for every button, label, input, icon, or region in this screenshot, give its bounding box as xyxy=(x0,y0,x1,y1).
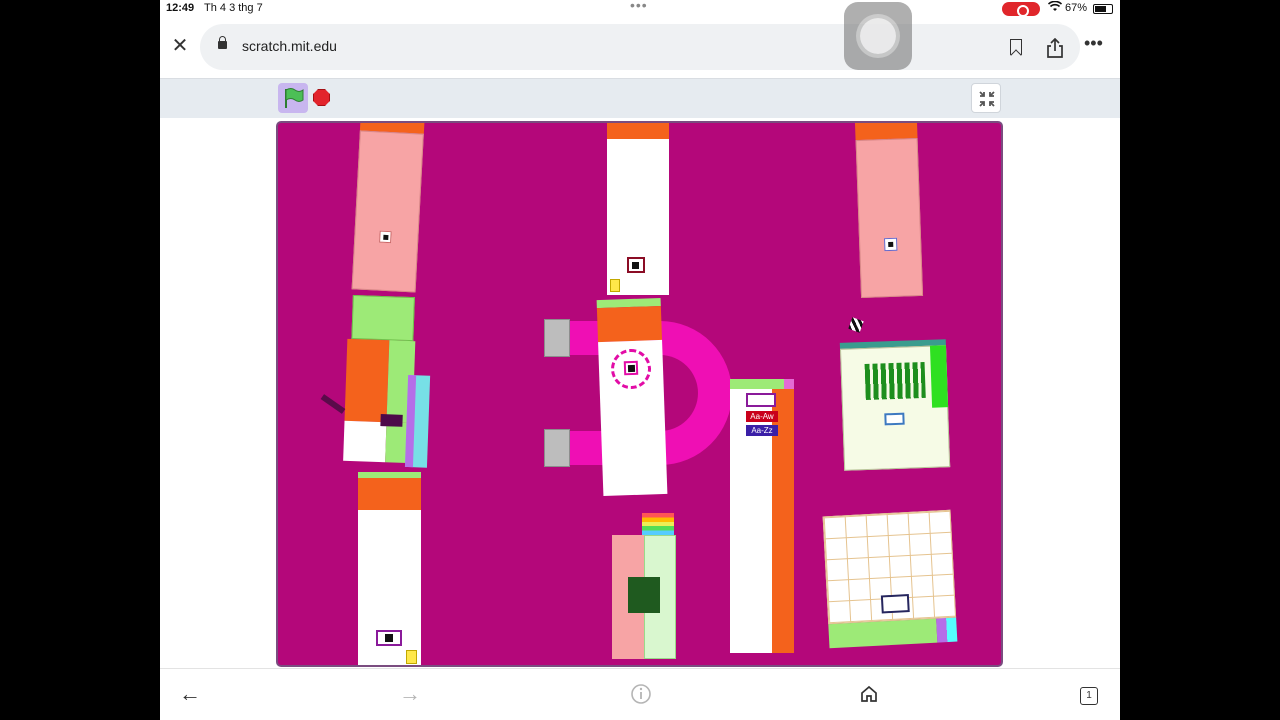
screen-recording-icon xyxy=(1002,2,1040,17)
more-icon[interactable]: ••• xyxy=(1084,34,1108,56)
lock-icon xyxy=(218,36,227,49)
white-block-bottom-sprite[interactable] xyxy=(358,472,421,665)
pink-green-block-sprite[interactable] xyxy=(612,513,676,659)
eye-icon xyxy=(379,230,392,244)
face-icon xyxy=(746,393,776,407)
face-icon xyxy=(628,577,660,613)
tabs-icon[interactable]: 1 xyxy=(1080,687,1098,705)
alphabet-block-sprite[interactable]: Aa-Aw Aa-Zz xyxy=(730,379,794,653)
bar-grid-block-sprite[interactable] xyxy=(839,339,951,471)
face-icon xyxy=(380,414,403,427)
stop-icon[interactable] xyxy=(313,89,330,106)
ipad-screen: 12:49 Th 4 3 thg 7 ••• 67% ✕ scratch.mit… xyxy=(160,0,1120,720)
pencil-sprite[interactable] xyxy=(320,394,346,414)
home-icon[interactable] xyxy=(854,679,884,709)
face-icon xyxy=(627,257,645,273)
status-time: 12:49 xyxy=(166,2,195,14)
assistive-touch-button[interactable] xyxy=(844,2,912,70)
wifi-icon xyxy=(1047,0,1063,15)
battery-icon xyxy=(1093,4,1113,14)
forward-arrow-icon[interactable]: → xyxy=(395,679,425,709)
face-icon xyxy=(880,594,910,614)
face-icon xyxy=(884,412,905,426)
share-icon[interactable] xyxy=(1046,37,1064,58)
multitasking-dots-icon[interactable]: ••• xyxy=(630,0,648,13)
bottom-navigation: ← → 1 xyxy=(160,668,1120,720)
bird-sprite[interactable] xyxy=(848,317,864,333)
range-label: Aa-Zz xyxy=(746,425,778,436)
salmon-block-sprite[interactable] xyxy=(351,123,425,293)
eye-icon xyxy=(884,237,898,252)
white-block-sprite[interactable] xyxy=(607,123,669,295)
tag-icon xyxy=(610,279,620,292)
bars-icon xyxy=(864,361,926,401)
face-icon xyxy=(376,630,402,646)
battery-percent: 67% xyxy=(1065,2,1088,14)
grid-block-sprite[interactable] xyxy=(822,509,958,649)
green-orange-block-sprite[interactable] xyxy=(343,295,431,468)
address-bar[interactable]: scratch.mit.edu xyxy=(200,24,1080,70)
scratch-stage[interactable]: Aa-Aw Aa-Zz xyxy=(276,121,1003,667)
browser-toolbar: ✕ scratch.mit.edu ••• xyxy=(160,18,1120,78)
status-date: Th 4 3 thg 7 xyxy=(204,2,263,14)
bookmark-icon[interactable] xyxy=(1010,39,1022,55)
reader-info-icon[interactable] xyxy=(626,679,656,709)
green-flag-icon[interactable] xyxy=(278,83,308,113)
status-bar: 12:49 Th 4 3 thg 7 ••• 67% xyxy=(160,0,1120,18)
scratch-controls-bar xyxy=(160,78,1120,118)
tag-icon xyxy=(406,650,417,664)
sun-block-sprite[interactable] xyxy=(596,297,668,497)
lowercase-label: Aa-Aw xyxy=(746,411,778,422)
exit-fullscreen-icon[interactable] xyxy=(971,83,1001,113)
url-text[interactable]: scratch.mit.edu xyxy=(242,38,337,54)
back-arrow-icon[interactable]: ← xyxy=(175,679,205,709)
close-icon[interactable]: ✕ xyxy=(170,36,190,56)
salmon-block-right-sprite[interactable] xyxy=(854,123,924,299)
